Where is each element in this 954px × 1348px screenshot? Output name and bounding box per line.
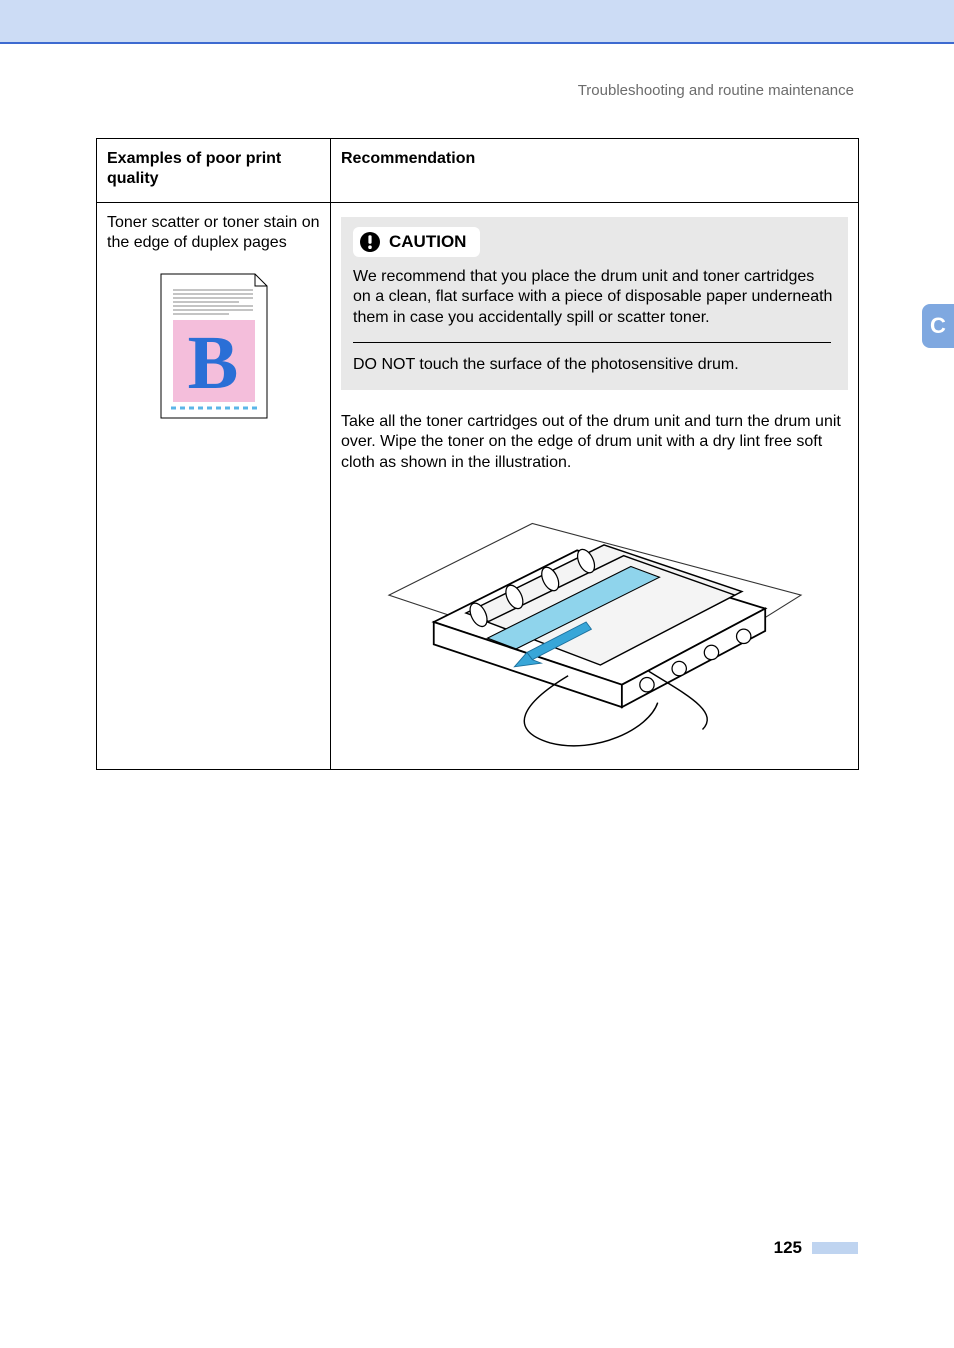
col-header-problem: Examples of poor print quality: [97, 139, 331, 203]
caution-para-2: DO NOT touch the surface of the photosen…: [353, 355, 836, 375]
sample-print-illustration: B: [159, 272, 269, 420]
instruction-text: Take all the toner cartridges out of the…: [341, 412, 848, 473]
drum-illustration: [341, 487, 848, 757]
caution-title: CAUTION: [389, 231, 466, 253]
separator: [353, 342, 831, 343]
footer-accent-bar: [812, 1242, 858, 1254]
main-content: Examples of poor print quality Recommend…: [96, 138, 858, 770]
page-footer: 125: [774, 1238, 858, 1258]
warning-icon: [359, 231, 381, 253]
caution-para-1: We recommend that you place the drum uni…: [353, 267, 836, 328]
table-row: Toner scatter or toner stain on the edge…: [97, 202, 859, 769]
cell-recommendation: CAUTION We recommend that you place the …: [331, 202, 859, 769]
troubleshoot-table: Examples of poor print quality Recommend…: [96, 138, 859, 770]
section-header: Troubleshooting and routine maintenance: [578, 82, 854, 99]
sample-letter: B: [187, 321, 238, 405]
problem-description: Toner scatter or toner stain on the edge…: [107, 213, 320, 254]
col-header-recommendation: Recommendation: [331, 139, 859, 203]
cell-problem: Toner scatter or toner stain on the edge…: [97, 202, 331, 769]
page-number: 125: [774, 1238, 802, 1258]
section-tab: C: [922, 304, 954, 348]
top-blue-band: [0, 0, 954, 44]
caution-panel: CAUTION We recommend that you place the …: [341, 217, 848, 390]
